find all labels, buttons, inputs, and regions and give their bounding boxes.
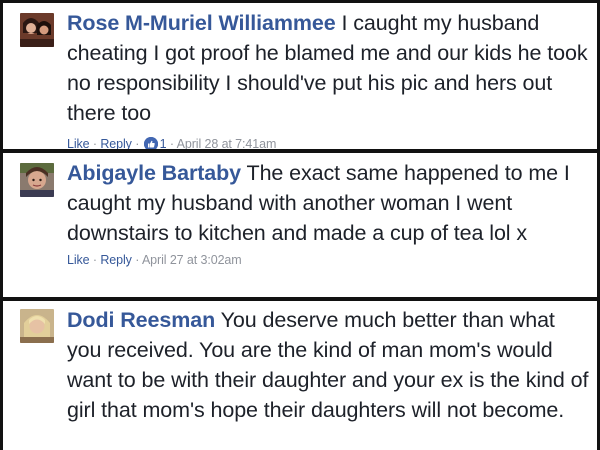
reply-link[interactable]: Reply <box>100 137 132 149</box>
comment-content: Abigayle Bartaby The exact same happened… <box>67 158 591 268</box>
comment-meta: Like · Reply · 1 · April 28 at 7:41am <box>67 136 591 149</box>
comment-author[interactable]: Abigayle Bartaby <box>67 161 241 185</box>
comment-item: Rose M-Muriel Williammee I caught my hus… <box>3 3 597 149</box>
avatar[interactable] <box>20 13 54 47</box>
comment-meta: Like · Reply · April 27 at 3:02am <box>67 252 591 268</box>
like-link[interactable]: Like <box>67 137 90 149</box>
comment-item: Abigayle Bartaby The exact same happened… <box>3 153 597 297</box>
comment-content: Rose M-Muriel Williammee I caught my hus… <box>67 8 591 149</box>
comment-timestamp[interactable]: April 28 at 7:41am <box>177 137 277 149</box>
like-link[interactable]: Like <box>67 253 90 267</box>
avatar[interactable] <box>20 309 54 343</box>
comment-author[interactable]: Rose M-Muriel Williammee <box>67 11 336 35</box>
comments-screenshot: Rose M-Muriel Williammee I caught my hus… <box>0 0 600 450</box>
separator-dot: · <box>135 137 143 149</box>
thumbs-up-icon[interactable] <box>143 137 158 149</box>
comment-author[interactable]: Dodi Reesman <box>67 308 215 332</box>
reply-link[interactable]: Reply <box>100 253 132 267</box>
comment-content: Dodi Reesman You deserve much better tha… <box>67 305 591 425</box>
comment-timestamp[interactable]: April 27 at 3:02am <box>142 253 242 267</box>
reaction-count[interactable]: 1 <box>160 137 167 149</box>
comment-item: Dodi Reesman You deserve much better tha… <box>3 301 597 450</box>
avatar[interactable] <box>20 163 54 197</box>
separator-dot: · <box>135 253 142 267</box>
separator-dot: · <box>169 137 177 149</box>
